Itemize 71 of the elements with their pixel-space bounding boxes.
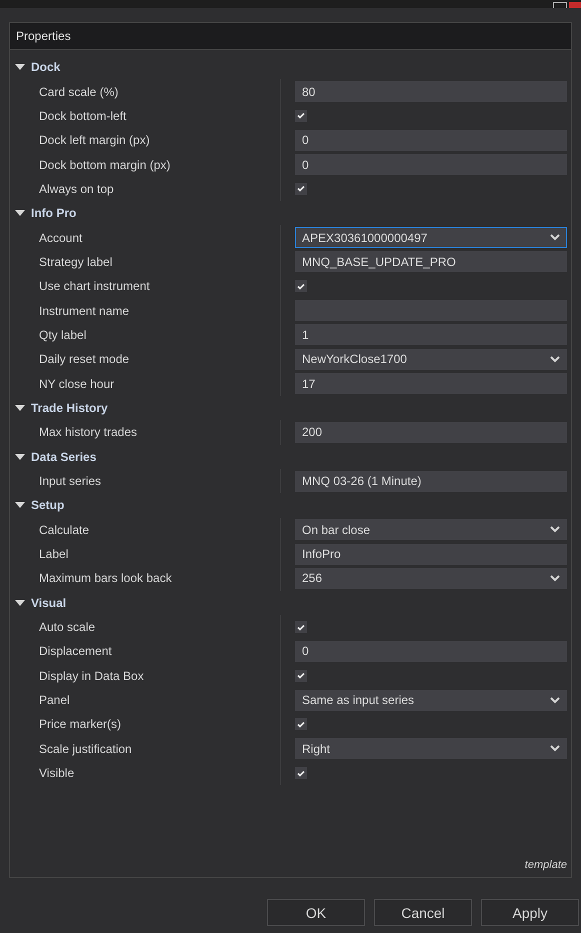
dropdown[interactable]: On bar close — [295, 519, 567, 540]
property-label: Maximum bars look back — [38, 571, 173, 586]
dropdown[interactable]: Right — [295, 738, 567, 760]
property-label: Dock bottom-left — [38, 108, 128, 123]
property-label: Auto scale — [38, 620, 96, 634]
property-label: Dock bottom margin (px) — [38, 158, 172, 172]
chevron-down-icon — [550, 234, 560, 242]
triangle-down-icon[interactable] — [15, 210, 25, 216]
property-label: NY close hour — [38, 376, 116, 391]
category-header: Trade History — [31, 400, 108, 415]
property-label: Instrument name — [38, 304, 130, 318]
dropdown[interactable]: 256 — [295, 568, 567, 589]
checkbox[interactable] — [295, 110, 307, 122]
text-field[interactable]: 1 — [295, 324, 567, 346]
property-label: Card scale (%) — [38, 84, 120, 99]
chevron-down-icon — [550, 696, 560, 704]
category-header: Visual — [31, 596, 66, 610]
checkbox[interactable] — [295, 670, 307, 682]
checkbox[interactable] — [295, 767, 307, 780]
panel-title: Properties — [16, 29, 71, 43]
checkbox[interactable] — [295, 182, 307, 195]
dropdown[interactable]: Same as input series — [295, 690, 567, 711]
chevron-down-icon — [550, 356, 560, 363]
dialog-button[interactable]: Cancel — [374, 899, 472, 926]
dialog-button[interactable]: Apply — [481, 899, 579, 926]
text-field[interactable]: 80 — [295, 81, 567, 102]
property-label: Dock left margin (px) — [38, 133, 151, 148]
property-label: Visible — [38, 766, 76, 780]
text-field[interactable]: MNQ_BASE_UPDATE_PRO — [295, 251, 567, 272]
checkbox[interactable] — [295, 718, 307, 730]
property-label: Use chart instrument — [38, 279, 151, 294]
property-label: Account — [38, 230, 84, 245]
text-field[interactable]: 0 — [295, 130, 567, 151]
category-header: Dock — [31, 60, 60, 74]
triangle-down-icon[interactable] — [15, 502, 25, 508]
dropdown[interactable]: APEX30361000000497 — [295, 227, 567, 248]
category-header: Info Pro — [31, 206, 76, 220]
triangle-down-icon[interactable] — [15, 64, 25, 70]
text-field[interactable]: MNQ 03-26 (1 Minute) — [295, 470, 567, 492]
checkbox[interactable] — [295, 621, 307, 634]
property-label: Strategy label — [38, 254, 114, 269]
property-label: Daily reset mode — [38, 352, 130, 366]
chevron-down-icon — [550, 526, 560, 534]
dialog-button[interactable]: OK — [267, 899, 365, 926]
property-label: Displacement — [38, 644, 113, 658]
property-label: Label — [38, 547, 70, 562]
text-field[interactable]: InfoPro — [295, 544, 567, 565]
chevron-down-icon — [550, 745, 560, 752]
text-field[interactable]: 17 — [295, 373, 567, 394]
text-field[interactable]: 0 — [295, 640, 567, 662]
property-label: Qty label — [38, 328, 88, 342]
property-label: Always on top — [38, 182, 115, 196]
text-field[interactable]: 200 — [295, 422, 567, 443]
triangle-down-icon[interactable] — [15, 600, 25, 606]
dropdown[interactable]: NewYorkClose1700 — [295, 348, 567, 370]
category-header: Setup — [31, 498, 64, 512]
category-header: Data Series — [31, 450, 96, 464]
text-field[interactable]: 0 — [295, 154, 567, 176]
property-label: Price marker(s) — [38, 717, 122, 732]
triangle-down-icon[interactable] — [15, 454, 25, 460]
property-label: Display in Data Box — [38, 668, 145, 683]
checkbox[interactable] — [295, 280, 307, 292]
triangle-down-icon[interactable] — [15, 404, 25, 411]
property-label: Calculate — [38, 522, 90, 537]
template-label: template — [524, 859, 567, 871]
property-label: Panel — [38, 693, 71, 708]
property-label: Input series — [38, 474, 102, 488]
chevron-down-icon — [550, 574, 560, 582]
property-label: Max history trades — [38, 425, 138, 440]
window-icon[interactable] — [553, 2, 567, 8]
property-label: Scale justification — [38, 742, 133, 756]
